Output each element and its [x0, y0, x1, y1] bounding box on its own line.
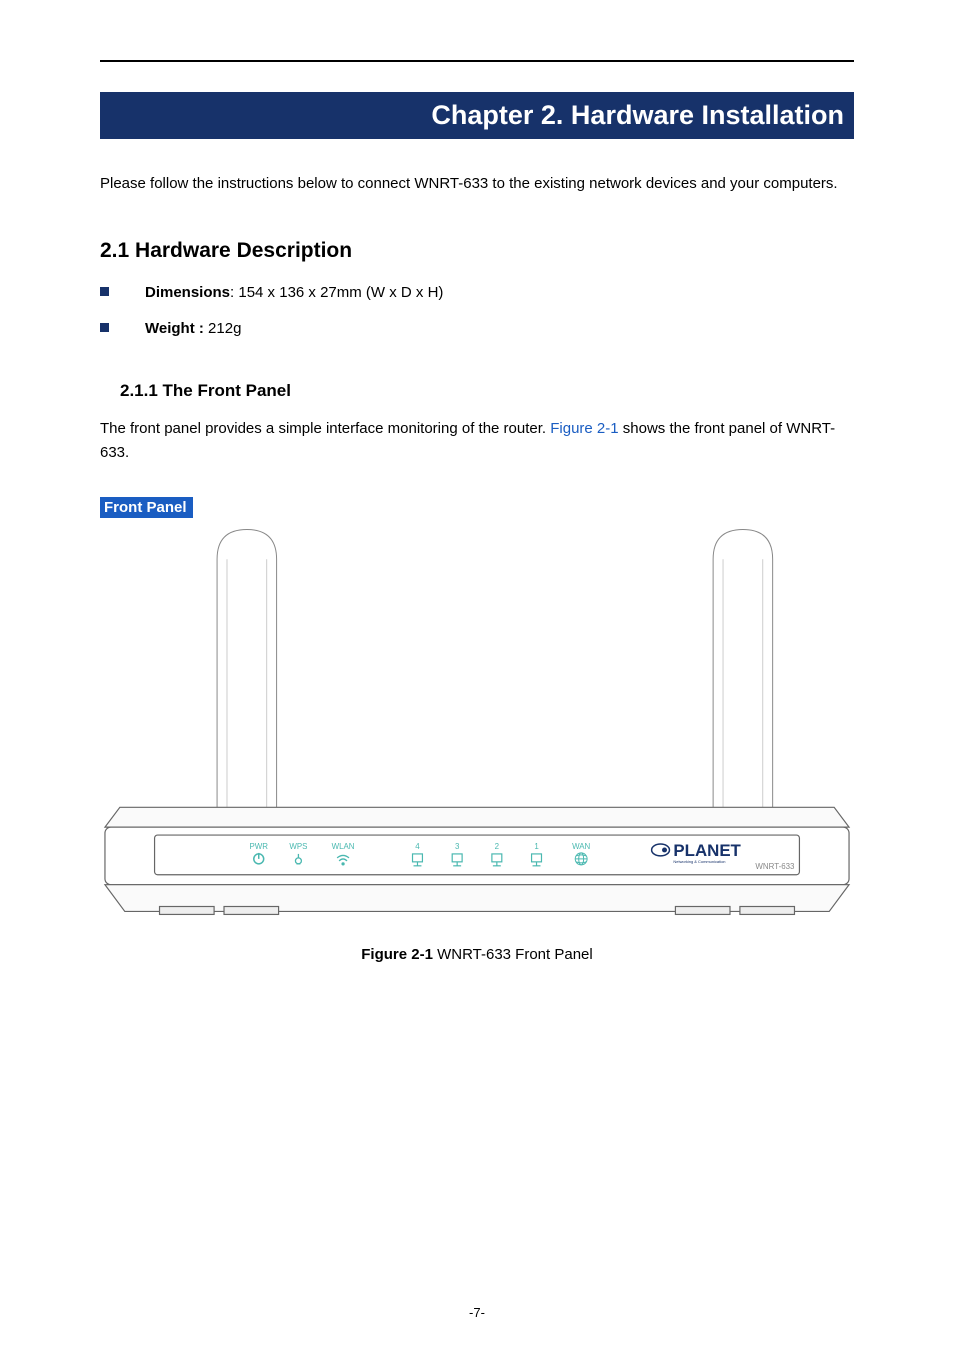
dimensions-value: : 154 x 136 x 27mm (W x D x H) — [230, 284, 443, 301]
led-wan-label: WAN — [572, 842, 590, 851]
led-lan2-label: 2 — [495, 842, 499, 851]
horizontal-rule — [100, 60, 854, 62]
page-number: -7- — [0, 1305, 954, 1320]
weight-label: Weight : — [145, 320, 204, 337]
spec-weight: Weight : 212g — [100, 317, 854, 341]
brand-text: PLANET — [673, 841, 741, 860]
fp-text-pre: The front panel provides a simple interf… — [100, 420, 550, 437]
figure-caption-rest: WNRT-633 Front Panel — [433, 946, 593, 963]
led-wps-label: WPS — [289, 842, 307, 851]
front-panel-badge: Front Panel — [100, 497, 193, 518]
led-lan4-label: 4 — [415, 842, 420, 851]
brand-subtext: Networking & Communication — [673, 859, 725, 864]
section-2-1-1-heading: 2.1.1 The Front Panel — [120, 381, 854, 401]
figure-reference-link[interactable]: Figure 2-1 — [550, 420, 618, 437]
weight-value: 212g — [204, 320, 242, 337]
front-panel-paragraph: The front panel provides a simple interf… — [100, 417, 854, 465]
globe-icon — [575, 853, 587, 865]
led-wlan-label: WLAN — [332, 842, 355, 851]
spec-list: Dimensions: 154 x 136 x 27mm (W x D x H)… — [100, 281, 854, 341]
chapter-title-bar: Chapter 2. Hardware Installation — [100, 92, 854, 139]
figure-caption-bold: Figure 2-1 — [361, 946, 433, 963]
figure-caption: Figure 2-1 WNRT-633 Front Panel — [100, 946, 854, 963]
led-pwr-label: PWR — [249, 842, 268, 851]
led-lan3-label: 3 — [455, 842, 460, 851]
led-lan1-label: 1 — [534, 842, 539, 851]
intro-paragraph: Please follow the instructions below to … — [100, 169, 854, 199]
spec-dimensions: Dimensions: 154 x 136 x 27mm (W x D x H) — [100, 281, 854, 305]
router-front-panel-figure: PWR WPS WLAN — [100, 518, 854, 918]
model-number: WNRT-633 — [755, 862, 795, 871]
section-2-1-heading: 2.1 Hardware Description — [100, 239, 854, 263]
chapter-title: Chapter 2. Hardware Installation — [431, 100, 844, 130]
dimensions-label: Dimensions — [145, 284, 230, 301]
